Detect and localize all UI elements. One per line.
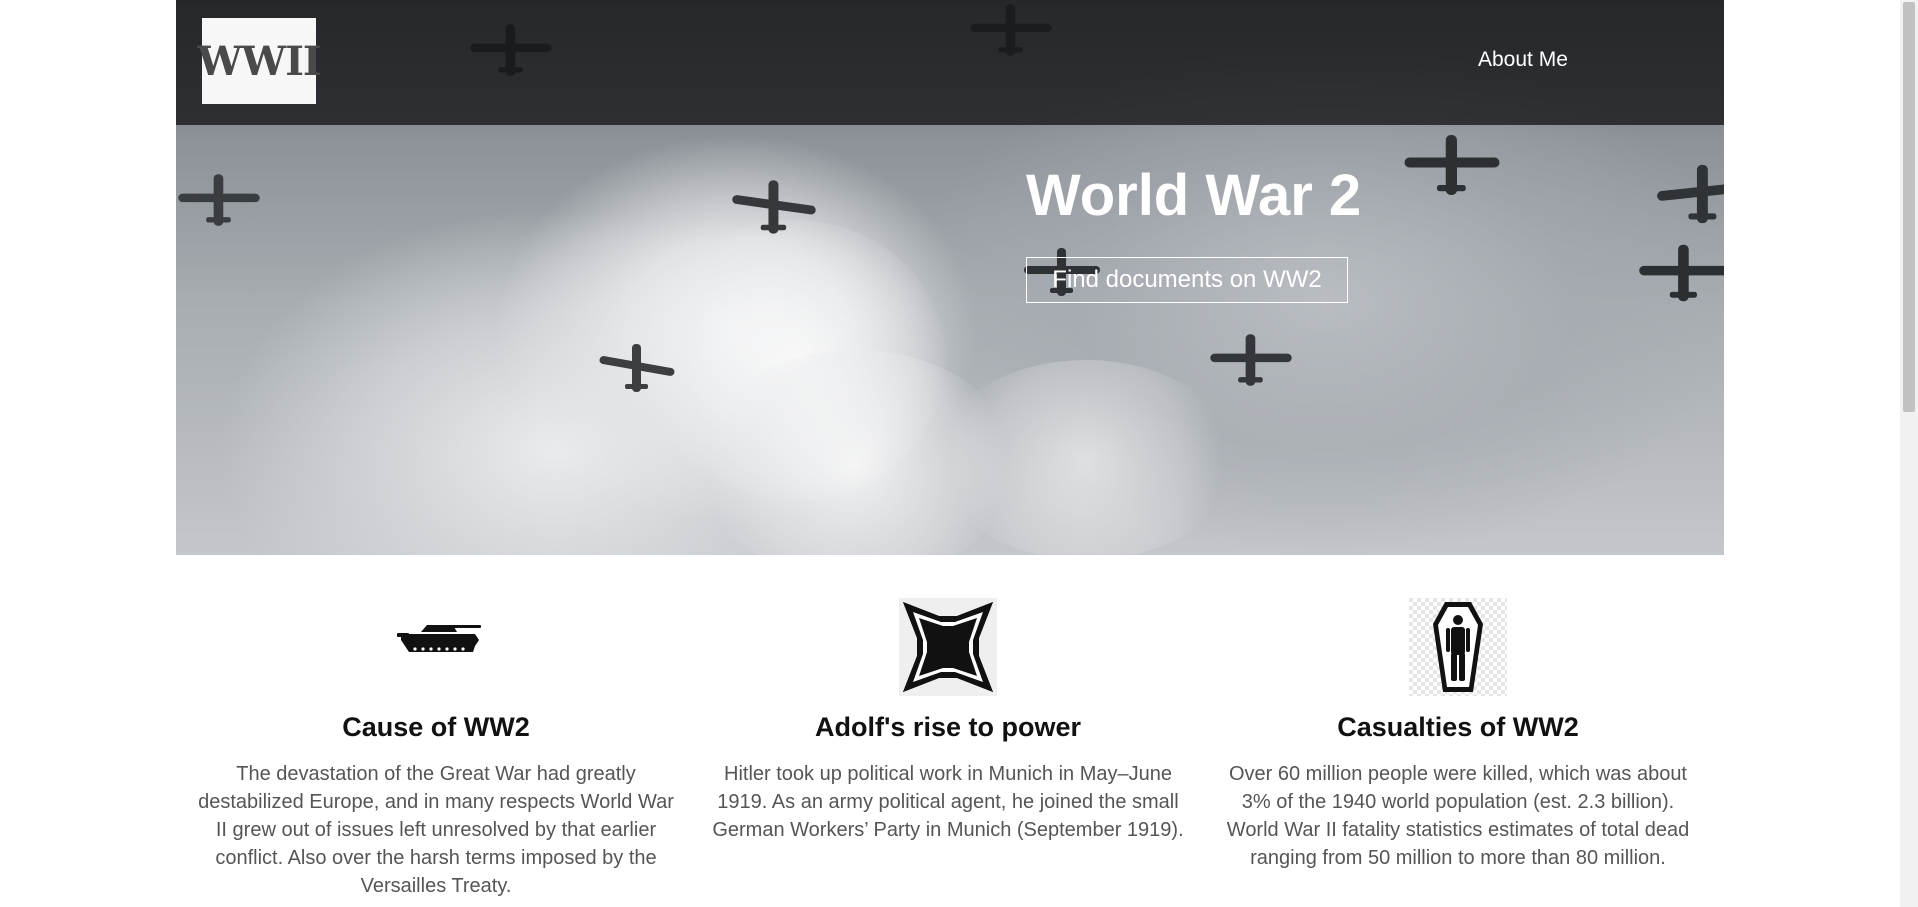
plane-icon <box>599 344 675 392</box>
top-navbar: WWII About Me <box>176 0 1724 125</box>
logo-text: WWII <box>197 37 321 85</box>
site-logo[interactable]: WWII <box>197 18 322 104</box>
hero-title: World War 2 <box>1026 163 1362 228</box>
plane-icon <box>1639 244 1724 302</box>
page: WWII About Me World War 2 Find documents… <box>176 0 1724 907</box>
hero-banner: WWII About Me World War 2 Find documents… <box>176 0 1724 555</box>
tank-icon <box>397 625 481 652</box>
smoke-cloud <box>936 360 1236 555</box>
plane-icon <box>1657 164 1724 224</box>
plane-icon <box>178 174 260 226</box>
scrollbar-thumb[interactable] <box>1903 2 1915 412</box>
plane-icon <box>1210 334 1292 386</box>
coffin-icon <box>1409 598 1507 696</box>
feature-text: Over 60 million people were killed, whic… <box>1226 763 1690 869</box>
vertical-scrollbar[interactable] <box>1900 0 1918 907</box>
nav-about-link[interactable]: About Me <box>1478 48 1568 72</box>
plane-icon <box>1404 135 1500 195</box>
feature-title: Adolf's rise to power <box>815 712 1081 742</box>
plane-icon <box>732 180 816 234</box>
feature-title: Cause of WW2 <box>342 712 530 742</box>
iron-cross-icon <box>899 598 997 696</box>
feature-text: The devastation of the Great War had gre… <box>198 763 674 897</box>
find-documents-button[interactable]: Find documents on WW2 <box>1026 257 1348 303</box>
features-section: Cause of WW2 The devastation of the Grea… <box>176 598 1724 907</box>
feature-title: Casualties of WW2 <box>1337 712 1579 742</box>
feature-text: Hitler took up political work in Munich … <box>712 763 1184 841</box>
